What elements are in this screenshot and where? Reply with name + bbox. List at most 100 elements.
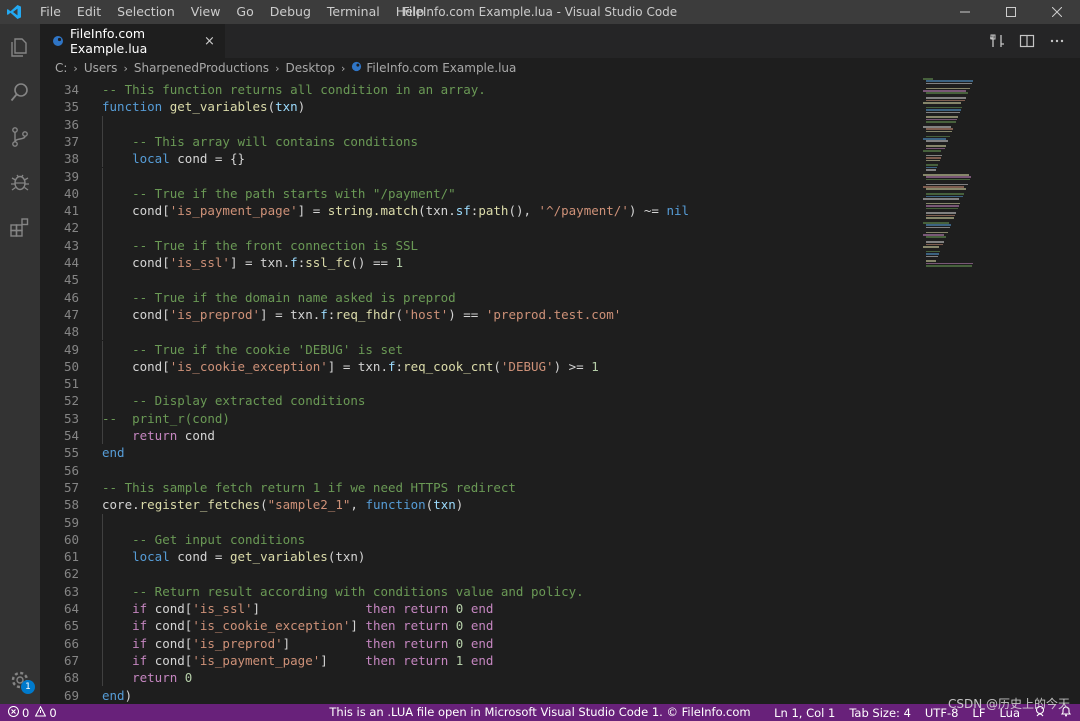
code-line[interactable]: 42: [40, 219, 960, 237]
code-token: ]: [252, 601, 366, 616]
code-line[interactable]: 59: [40, 513, 960, 531]
menu-terminal[interactable]: Terminal: [319, 0, 388, 24]
code-line[interactable]: 64 if cond['is_ssl'] then return 0 end: [40, 600, 960, 618]
code-line[interactable]: 44 cond['is_ssl'] = txn.f:ssl_fc() == 1: [40, 254, 960, 272]
close-window-button[interactable]: [1034, 0, 1080, 24]
code-line[interactable]: 34 -- This function returns all condition…: [40, 81, 960, 98]
code-line[interactable]: 69 end): [40, 687, 960, 704]
code-line[interactable]: 68 return 0: [40, 669, 960, 687]
code-line[interactable]: 60 -- Get input conditions: [40, 530, 960, 549]
code-line[interactable]: 40 -- True if the path starts with "/pay…: [40, 184, 960, 203]
extensions-icon[interactable]: [0, 207, 40, 247]
code-token: -- True if the cookie 'DEBUG' is set: [132, 341, 404, 357]
minimap-line: [926, 205, 959, 207]
title-bar: File Edit Selection View Go Debug Terminal Help…: [0, 0, 1080, 24]
vertical-scrollbar[interactable]: [1066, 78, 1080, 704]
code-line[interactable]: 50 cond['is_cookie_exception'] = txn.f:r…: [40, 357, 960, 376]
menu-view[interactable]: View: [183, 0, 229, 24]
code-token: cond =: [169, 549, 230, 565]
more-actions-icon[interactable]: [1042, 24, 1072, 58]
code-line[interactable]: 65 if cond['is_cookie_exception'] then r…: [40, 617, 960, 635]
code-token: end: [470, 618, 494, 634]
code-line[interactable]: 37 -- This array will contains condition…: [40, 132, 960, 151]
code-line[interactable]: 39: [40, 167, 960, 185]
breadcrumb-item[interactable]: Desktop: [285, 61, 335, 75]
breadcrumb-item[interactable]: FileInfo.com Example.lua: [366, 61, 516, 75]
minimap-line: [926, 135, 950, 138]
code-line[interactable]: 46 -- True if the domain name asked is p…: [40, 288, 960, 306]
code-line[interactable]: 61 local cond = get_variables(txn): [40, 548, 960, 566]
code-line[interactable]: 53 -- print_r(cond): [40, 409, 960, 427]
debug-icon[interactable]: [0, 162, 40, 202]
code-text: cond['is_cookie_exception'] = txn.f:req_…: [102, 358, 599, 375]
code-token: then: [365, 635, 396, 651]
compare-changes-icon[interactable]: [982, 24, 1012, 58]
code-line[interactable]: 43 -- True if the front connection is SS…: [40, 236, 960, 254]
code-line[interactable]: 51: [40, 375, 960, 393]
menu-help[interactable]: Help: [388, 0, 433, 24]
code-line[interactable]: 62: [40, 565, 960, 583]
code-line[interactable]: 45: [40, 271, 960, 289]
breadcrumb-item[interactable]: Users: [84, 61, 118, 75]
line-number: 42: [63, 220, 79, 236]
cursor-position[interactable]: Ln 1, Col 1: [774, 706, 835, 720]
code-token: '^/payment/': [538, 203, 629, 219]
minimap-line: [926, 183, 968, 186]
line-number: 40: [63, 185, 79, 201]
line-number: 37: [63, 133, 79, 149]
code-line[interactable]: 48: [40, 323, 960, 341]
minimap-line: [923, 186, 964, 188]
code-token: ]: [320, 652, 366, 668]
search-icon[interactable]: [0, 72, 40, 112]
code-token: sf: [455, 203, 471, 219]
close-tab-icon[interactable]: ×: [204, 34, 215, 49]
code-line[interactable]: 49 -- True if the cookie 'DEBUG' is set: [40, 340, 960, 358]
code-text: if cond['is_ssl'] then return 0 end: [102, 600, 493, 617]
menu-selection[interactable]: Selection: [109, 0, 183, 24]
maximize-button[interactable]: [988, 0, 1034, 24]
code-line[interactable]: 35 function get_variables(txn): [40, 98, 960, 115]
breadcrumb-item[interactable]: SharpenedProductions: [134, 61, 269, 75]
code-line[interactable]: 63 -- Return result according with condi…: [40, 582, 960, 600]
code-line[interactable]: 54 return cond: [40, 427, 960, 445]
editor-tab[interactable]: FileInfo.com Example.lua ×: [40, 24, 225, 58]
code-line[interactable]: 67 if cond['is_payment_page'] then retur…: [40, 651, 960, 670]
indent-guide: [102, 167, 103, 185]
code-token: ) >=: [553, 358, 592, 374]
tab-size[interactable]: Tab Size: 4: [849, 706, 911, 720]
minimap[interactable]: [923, 78, 1023, 278]
code-token: 'preprod.test.com': [485, 306, 622, 322]
explorer-icon[interactable]: [0, 27, 40, 67]
minimize-button[interactable]: [942, 0, 988, 24]
menu-edit[interactable]: Edit: [69, 0, 109, 24]
line-number: 62: [63, 566, 79, 582]
code-line[interactable]: 47 cond['is_preprod'] = txn.f:req_fhdr('…: [40, 305, 960, 324]
code-token: path: [478, 203, 509, 219]
code-line[interactable]: 58 core.register_fetches("sample2_1", fun…: [40, 496, 960, 513]
line-number: 51: [63, 376, 79, 392]
code-line[interactable]: 41 cond['is_payment_page'] = string.matc…: [40, 202, 960, 220]
minimap-line: [926, 121, 956, 123]
code-line[interactable]: 66 if cond['is_preprod'] then return 0 e…: [40, 634, 960, 652]
code-line[interactable]: 36: [40, 115, 960, 133]
code-text: core.register_fetches("sample2_1", funct…: [102, 496, 463, 513]
code-line[interactable]: 55 end: [40, 444, 960, 461]
settings-gear-icon[interactable]: [0, 660, 40, 700]
code-line[interactable]: 52 -- Display extracted conditions: [40, 392, 960, 410]
menu-file[interactable]: File: [32, 0, 69, 24]
code-line[interactable]: 38 local cond = {}: [40, 150, 960, 168]
source-control-icon[interactable]: [0, 117, 40, 157]
code-line[interactable]: 56: [40, 462, 960, 479]
code-text: cond['is_payment_page'] = string.match(t…: [102, 202, 689, 219]
code-line[interactable]: 57 -- This sample fetch return 1 if we ne…: [40, 479, 960, 496]
split-editor-icon[interactable]: [1012, 24, 1042, 58]
line-number: 44: [63, 255, 79, 270]
code-token: 1: [591, 358, 599, 374]
menu-debug[interactable]: Debug: [262, 0, 319, 24]
breadcrumb-item[interactable]: C:: [55, 61, 67, 75]
menu-go[interactable]: Go: [228, 0, 261, 24]
